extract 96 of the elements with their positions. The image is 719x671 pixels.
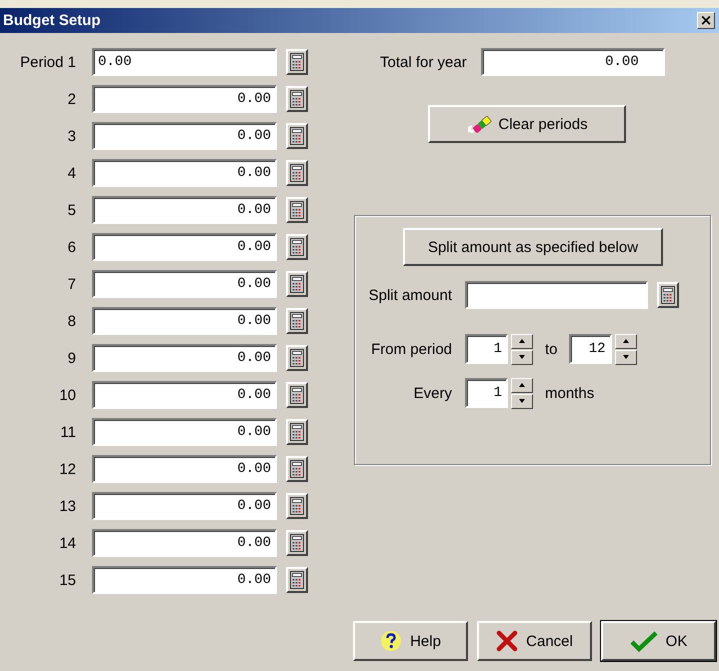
period-field[interactable]: 0.00: [92, 159, 277, 187]
window-title: Budget Setup: [3, 12, 100, 29]
period-field[interactable]: 0.00: [92, 307, 277, 335]
clear-periods-button[interactable]: Clear periods: [428, 105, 626, 143]
calculator-icon: [661, 286, 675, 304]
period-label: 13: [58, 498, 77, 514]
calculator-button[interactable]: [286, 160, 308, 186]
period-field[interactable]: 0.00: [92, 418, 277, 446]
up-arrow-icon: [622, 338, 630, 344]
period-field[interactable]: 0.00: [92, 492, 277, 520]
calculator-button[interactable]: [286, 567, 308, 593]
spin-down-button[interactable]: [614, 350, 637, 364]
period-label: Period 1: [19, 54, 77, 70]
period-label: 4: [66, 164, 77, 182]
period-label: 11: [59, 424, 77, 440]
calculator-button[interactable]: [286, 382, 308, 408]
calculator-icon: [290, 312, 304, 330]
period-field[interactable]: 0.00: [92, 381, 277, 409]
spin-up-button[interactable]: [511, 378, 533, 392]
calculator-button[interactable]: [286, 197, 308, 223]
every-field[interactable]: 1: [465, 378, 508, 408]
close-button[interactable]: ×: [697, 12, 715, 29]
to-label: to: [545, 340, 558, 358]
period-label: 10: [58, 386, 77, 404]
period-field[interactable]: 0.00: [92, 85, 277, 113]
calculator-button[interactable]: [286, 419, 308, 445]
down-arrow-icon: [518, 398, 526, 404]
from-period-field[interactable]: 1: [465, 334, 508, 364]
cross-icon: [496, 630, 518, 652]
calculator-button[interactable]: [286, 271, 308, 297]
help-button[interactable]: Help: [353, 621, 468, 661]
down-arrow-icon: [518, 354, 526, 360]
calculator-icon: [290, 201, 304, 219]
period-field[interactable]: 0.00: [92, 196, 277, 224]
up-arrow-icon: [518, 338, 526, 344]
calculator-icon: [290, 53, 304, 71]
calculator-icon: [290, 423, 304, 441]
calculator-button[interactable]: [286, 456, 308, 482]
period-field[interactable]: 0.00: [92, 566, 277, 594]
calculator-icon: [290, 460, 304, 478]
from-period-label: From period: [370, 340, 453, 358]
period-field[interactable]: 0.00: [92, 529, 277, 557]
spin-up-button[interactable]: [614, 334, 637, 348]
spin-down-button[interactable]: [511, 394, 533, 408]
calculator-button[interactable]: [286, 345, 308, 371]
calculator-button[interactable]: [286, 49, 308, 75]
period-label: 6: [66, 238, 77, 256]
cancel-button[interactable]: Cancel: [477, 621, 592, 661]
period-field[interactable]: 0.00: [92, 233, 277, 261]
months-label: months: [545, 384, 594, 402]
period-field[interactable]: 0.00: [92, 270, 277, 298]
calculator-button[interactable]: [286, 86, 308, 112]
spin-up-button[interactable]: [511, 334, 533, 348]
period-field[interactable]: 0.00: [92, 455, 277, 483]
calculator-button[interactable]: [286, 530, 308, 556]
calculator-icon: [290, 164, 304, 182]
period-field[interactable]: 0.00: [92, 48, 277, 76]
spin-down-button[interactable]: [511, 350, 533, 364]
up-arrow-icon: [518, 382, 526, 388]
period-label: 7: [66, 276, 77, 292]
period-field[interactable]: 0.00: [92, 344, 277, 372]
calculator-icon: [290, 127, 304, 145]
period-label: 15: [58, 572, 77, 588]
calculator-icon: [290, 238, 304, 256]
period-field[interactable]: 0.00: [92, 122, 277, 150]
split-amount-label: Split amount: [368, 286, 453, 304]
every-label: Every: [412, 384, 453, 402]
down-arrow-icon: [622, 354, 630, 360]
total-label: Total for year: [380, 54, 467, 70]
period-label: 5: [66, 202, 77, 218]
split-amount-field[interactable]: [465, 281, 648, 309]
period-label: 8: [66, 312, 77, 330]
split-amount-button[interactable]: Split amount as specified below: [403, 228, 663, 266]
calculator-button[interactable]: [286, 308, 308, 334]
checkmark-icon: [630, 630, 658, 652]
calculator-icon: [290, 275, 304, 293]
period-label: 12: [58, 460, 77, 478]
ok-button[interactable]: OK: [601, 621, 716, 661]
calculator-button[interactable]: [657, 282, 679, 308]
total-field: 0.00: [480, 48, 665, 76]
calculator-icon: [290, 571, 304, 589]
calculator-icon: [290, 90, 304, 108]
calculator-button[interactable]: [286, 493, 308, 519]
calculator-icon: [290, 386, 304, 404]
calculator-icon: [290, 349, 304, 367]
to-period-field[interactable]: 12: [568, 334, 612, 364]
eraser-icon: [466, 113, 494, 135]
period-label: 9: [66, 350, 77, 366]
period-label: 14: [58, 534, 77, 552]
calculator-icon: [290, 497, 304, 515]
period-label: 2: [66, 90, 77, 108]
period-label: 3: [66, 128, 77, 144]
question-icon: [380, 630, 402, 652]
calculator-button[interactable]: [286, 123, 308, 149]
calculator-icon: [290, 534, 304, 552]
calculator-button[interactable]: [286, 234, 308, 260]
